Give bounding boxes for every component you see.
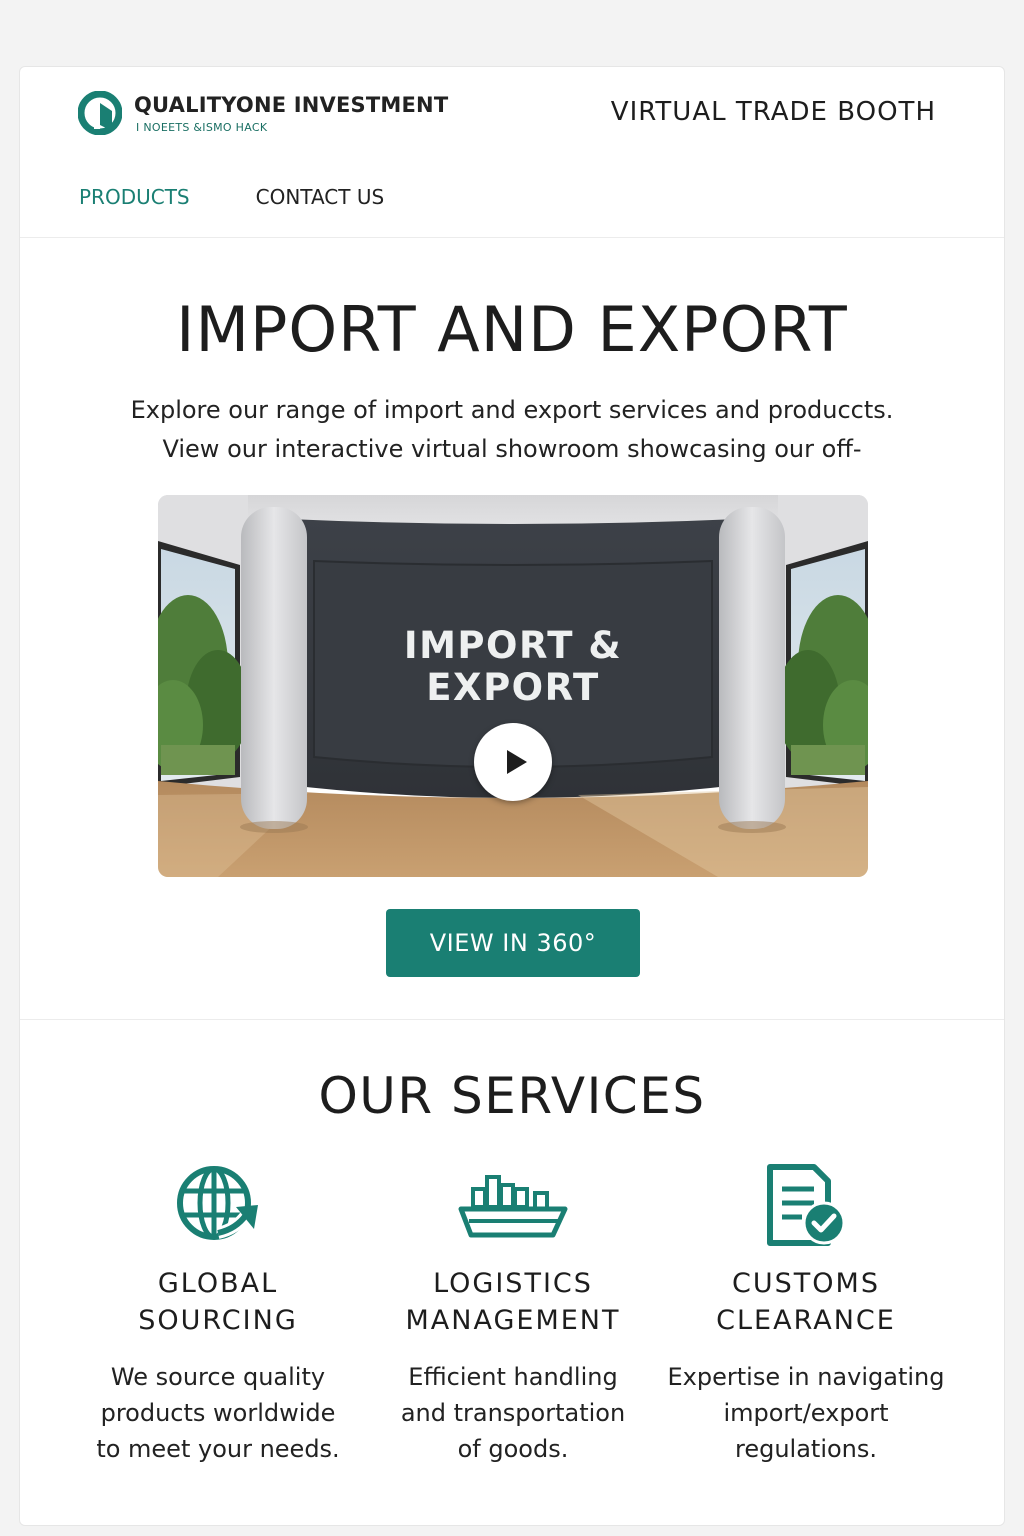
company-logo-icon[interactable] [78,91,122,135]
service-title: LOGISTICS MANAGEMENT [373,1265,653,1339]
cargo-ship-icon [458,1175,568,1238]
service-title-line-2: SOURCING [138,1305,298,1336]
services-title: OUR SERVICES [318,1067,706,1125]
service-description-line-3: regulations. [734,1435,878,1463]
service-title-line-1: LOGISTICS [433,1268,593,1299]
hero-description: Explore our range of import and export s… [20,391,1004,469]
service-description-line-3: of goods. [457,1435,569,1463]
hero-title: IMPORT AND EXPORT [176,293,848,366]
service-description-line-1: We source quality [110,1363,326,1391]
view-in-360-button[interactable]: VIEW IN 360° [386,909,640,977]
hero-description-line-1: Explore our range of import and export s… [130,396,894,424]
service-description-line-3: to meet your needs. [96,1435,340,1463]
page-card: QUALITYONE INVESTMENT I NOEETS &ISMO HAC… [19,66,1005,1526]
service-customs-clearance: CUSTOMS CLEARANCE Expertise in navigatin… [666,1163,946,1467]
service-global-sourcing: GLOBAL SOURCING We source quality produc… [78,1163,358,1467]
service-title-line-1: CUSTOMS [732,1268,880,1299]
brand-tagline: I NOEETS &ISMO HACK [136,121,268,134]
service-title-line-2: MANAGEMENT [405,1305,621,1336]
section-divider [20,1019,1004,1020]
service-title-line-1: GLOBAL [157,1268,279,1299]
play-icon [507,750,527,774]
main-nav: PRODUCTS CONTACT US [79,185,384,209]
showroom-banner-line-1: IMPORT & [403,624,623,667]
site-header: QUALITYONE INVESTMENT I NOEETS &ISMO HAC… [20,67,1004,238]
document-check-icon [767,1164,846,1246]
virtual-showroom-preview[interactable]: IMPORT & EXPORT [158,495,868,877]
service-title: GLOBAL SOURCING [78,1265,358,1339]
booth-title: VIRTUAL TRADE BOOTH [610,97,936,127]
service-description-line-1: Expertise in navigating [667,1363,945,1391]
showroom-banner-line-2: EXPORT [426,666,600,709]
service-logistics-management: LOGISTICS MANAGEMENT Efficient handling … [373,1163,653,1467]
nav-item-products[interactable]: PRODUCTS [79,185,190,209]
service-description: Expertise in navigating import/export re… [666,1359,946,1467]
service-description-line-1: Efficient handling [408,1363,618,1391]
service-description: Efficient handling and transportation of… [373,1359,653,1467]
service-title: CUSTOMS CLEARANCE [666,1265,946,1339]
service-description-line-2: products worldwide [100,1399,336,1427]
nav-item-contact-us[interactable]: CONTACT US [256,185,385,209]
service-description-line-2: import/export [723,1399,889,1427]
play-button[interactable] [474,723,552,801]
brand-name: QUALITYONE INVESTMENT [134,93,449,117]
hero-description-line-2: View our interactive virtual showroom sh… [162,435,862,463]
service-title-line-2: CLEARANCE [716,1305,896,1336]
service-description-line-2: and transportation [400,1399,626,1427]
globe-arrow-icon [177,1166,258,1240]
service-description: We source quality products worldwide to … [78,1359,358,1467]
showroom-banner-text: IMPORT & EXPORT [158,625,868,709]
